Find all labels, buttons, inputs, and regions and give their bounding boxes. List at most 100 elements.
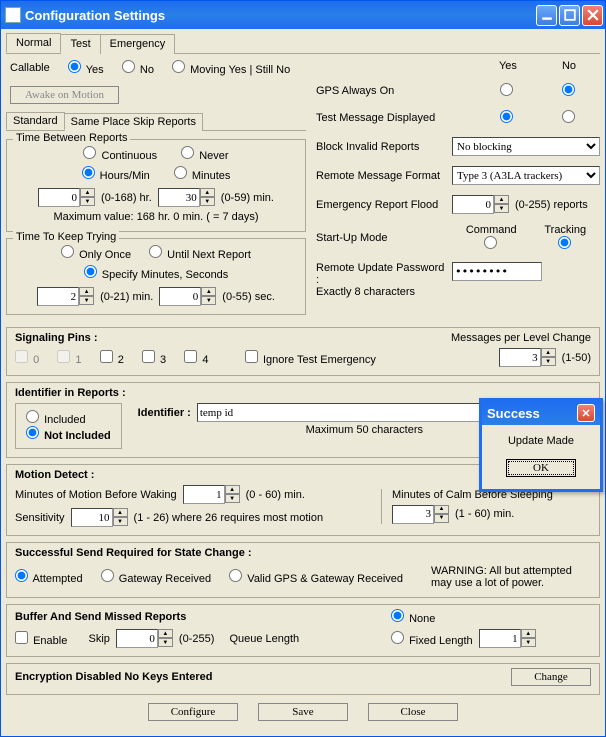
spin-up[interactable]: ▲ [521, 629, 536, 638]
subtab-standard[interactable]: Standard [6, 112, 65, 130]
pin-1: 1 [57, 350, 81, 366]
col-yes: Yes [499, 60, 517, 72]
titlebar: Configuration Settings [1, 1, 605, 29]
tb-hours-input[interactable] [38, 188, 80, 207]
buffer-none[interactable]: None [391, 613, 435, 625]
tab-test[interactable]: Test [60, 34, 100, 54]
tab-emergency[interactable]: Emergency [100, 34, 176, 54]
wake-input[interactable] [183, 485, 225, 504]
app-icon [5, 7, 21, 23]
spin-up[interactable]: ▲ [494, 195, 509, 204]
time-keep-title: Time To Keep Trying [13, 231, 119, 243]
id-notincluded[interactable]: Not Included [26, 430, 111, 442]
spin-up[interactable]: ▲ [158, 629, 173, 638]
buffer-skip-range: (0-255) [179, 633, 214, 645]
modal-title: Success [487, 406, 540, 421]
spin-up[interactable]: ▲ [200, 188, 215, 197]
spin-up[interactable]: ▲ [79, 287, 94, 296]
startup-tracking[interactable] [558, 236, 571, 249]
tk-untilnext[interactable]: Until Next Report [149, 245, 251, 261]
block-label: Block Invalid Reports [316, 141, 446, 153]
startup-label: Start-Up Mode [316, 232, 446, 244]
pin-2[interactable]: 2 [100, 350, 124, 366]
tk-sec-input[interactable] [159, 287, 201, 306]
spin-down[interactable]: ▼ [201, 296, 216, 305]
startup-command[interactable] [484, 236, 497, 249]
gps-yes[interactable] [500, 83, 513, 96]
callable-no[interactable]: No [122, 60, 154, 76]
modal-ok-button[interactable]: OK [506, 459, 576, 477]
statechange-title: Successful Send Required for State Chang… [15, 547, 252, 559]
testmsg-yes[interactable] [500, 110, 513, 123]
tb-hoursmin[interactable]: Hours/Min [82, 166, 150, 182]
msgs-input[interactable] [499, 348, 541, 367]
spin-up[interactable]: ▲ [201, 287, 216, 296]
awake-on-motion-button: Awake on Motion [10, 86, 119, 104]
pwd-label: Remote Update Password : [316, 262, 444, 286]
gps-no[interactable] [562, 83, 575, 96]
callable-moving[interactable]: Moving Yes | Still No [172, 60, 290, 76]
spin-down[interactable]: ▼ [79, 296, 94, 305]
tk-sec-range: (0-55) sec. [222, 291, 275, 303]
sc-attempted[interactable]: Attempted [15, 569, 83, 585]
sub-tabs: Standard Same Place Skip Reports [6, 112, 306, 131]
buffer-fixed[interactable]: Fixed Length [391, 631, 473, 647]
tb-minutes[interactable]: Minutes [174, 166, 231, 182]
minimize-button[interactable] [536, 5, 557, 26]
sc-gateway[interactable]: Gateway Received [101, 569, 211, 585]
ignore-test[interactable]: Ignore Test Emergency [245, 350, 376, 366]
sc-valid[interactable]: Valid GPS & Gateway Received [229, 569, 403, 585]
maximize-button[interactable] [559, 5, 580, 26]
buffer-fixed-input[interactable] [479, 629, 521, 648]
spin-down[interactable]: ▼ [225, 494, 240, 503]
tb-min-input[interactable] [158, 188, 200, 207]
remotefmt-select[interactable]: Type 3 (A3LA trackers) [452, 166, 600, 185]
sens-input[interactable] [71, 508, 113, 527]
testmsg-no[interactable] [562, 110, 575, 123]
subtab-sameplace[interactable]: Same Place Skip Reports [64, 113, 203, 131]
spin-up[interactable]: ▲ [80, 188, 95, 197]
close-button[interactable] [582, 5, 603, 26]
save-button[interactable]: Save [258, 703, 348, 721]
spin-down[interactable]: ▼ [541, 357, 556, 366]
spin-up[interactable]: ▲ [225, 485, 240, 494]
block-select[interactable]: No blocking [452, 137, 600, 156]
spin-up[interactable]: ▲ [113, 508, 128, 517]
tb-never[interactable]: Never [181, 146, 228, 162]
tk-min-input[interactable] [37, 287, 79, 306]
spin-up[interactable]: ▲ [434, 505, 449, 514]
pin-4[interactable]: 4 [184, 350, 208, 366]
window-title: Configuration Settings [25, 8, 165, 23]
spin-down[interactable]: ▼ [200, 197, 215, 206]
spin-down[interactable]: ▼ [521, 638, 536, 647]
change-button[interactable]: Change [511, 668, 591, 686]
pwd-input[interactable] [452, 262, 542, 281]
buffer-skip-input[interactable] [116, 629, 158, 648]
configure-button[interactable]: Configure [148, 703, 238, 721]
spin-up[interactable]: ▲ [541, 348, 556, 357]
spin-down[interactable]: ▼ [158, 638, 173, 647]
callable-yes[interactable]: Yes [68, 60, 104, 76]
spin-down[interactable]: ▼ [113, 517, 128, 526]
id-included[interactable]: Included [26, 414, 86, 426]
msgs-range: (1-50) [562, 352, 591, 364]
buffer-enable[interactable]: Enable [15, 631, 67, 647]
identifier-title: Identifier in Reports : [15, 387, 126, 399]
buffer-skip-label: Skip [89, 633, 110, 645]
tab-normal[interactable]: Normal [6, 33, 61, 53]
flood-input[interactable] [452, 195, 494, 214]
tk-onlyonce[interactable]: Only Once [61, 245, 131, 261]
footer-close-button[interactable]: Close [368, 703, 458, 721]
tb-continuous[interactable]: Continuous [83, 146, 157, 162]
spin-down[interactable]: ▼ [434, 514, 449, 523]
pin-0: 0 [15, 350, 39, 366]
tk-specify[interactable]: Specify Minutes, Seconds [84, 265, 229, 281]
spin-down[interactable]: ▼ [494, 204, 509, 213]
sleep-input[interactable] [392, 505, 434, 524]
sc-warning: WARNING: All but attempted may use a lot… [431, 565, 591, 589]
pin-3[interactable]: 3 [142, 350, 166, 366]
success-dialog: Success ✕ Update Made OK [479, 398, 603, 492]
spin-down[interactable]: ▼ [80, 197, 95, 206]
modal-close-button[interactable]: ✕ [577, 404, 595, 422]
pwd-note: Exactly 8 characters [316, 286, 415, 298]
